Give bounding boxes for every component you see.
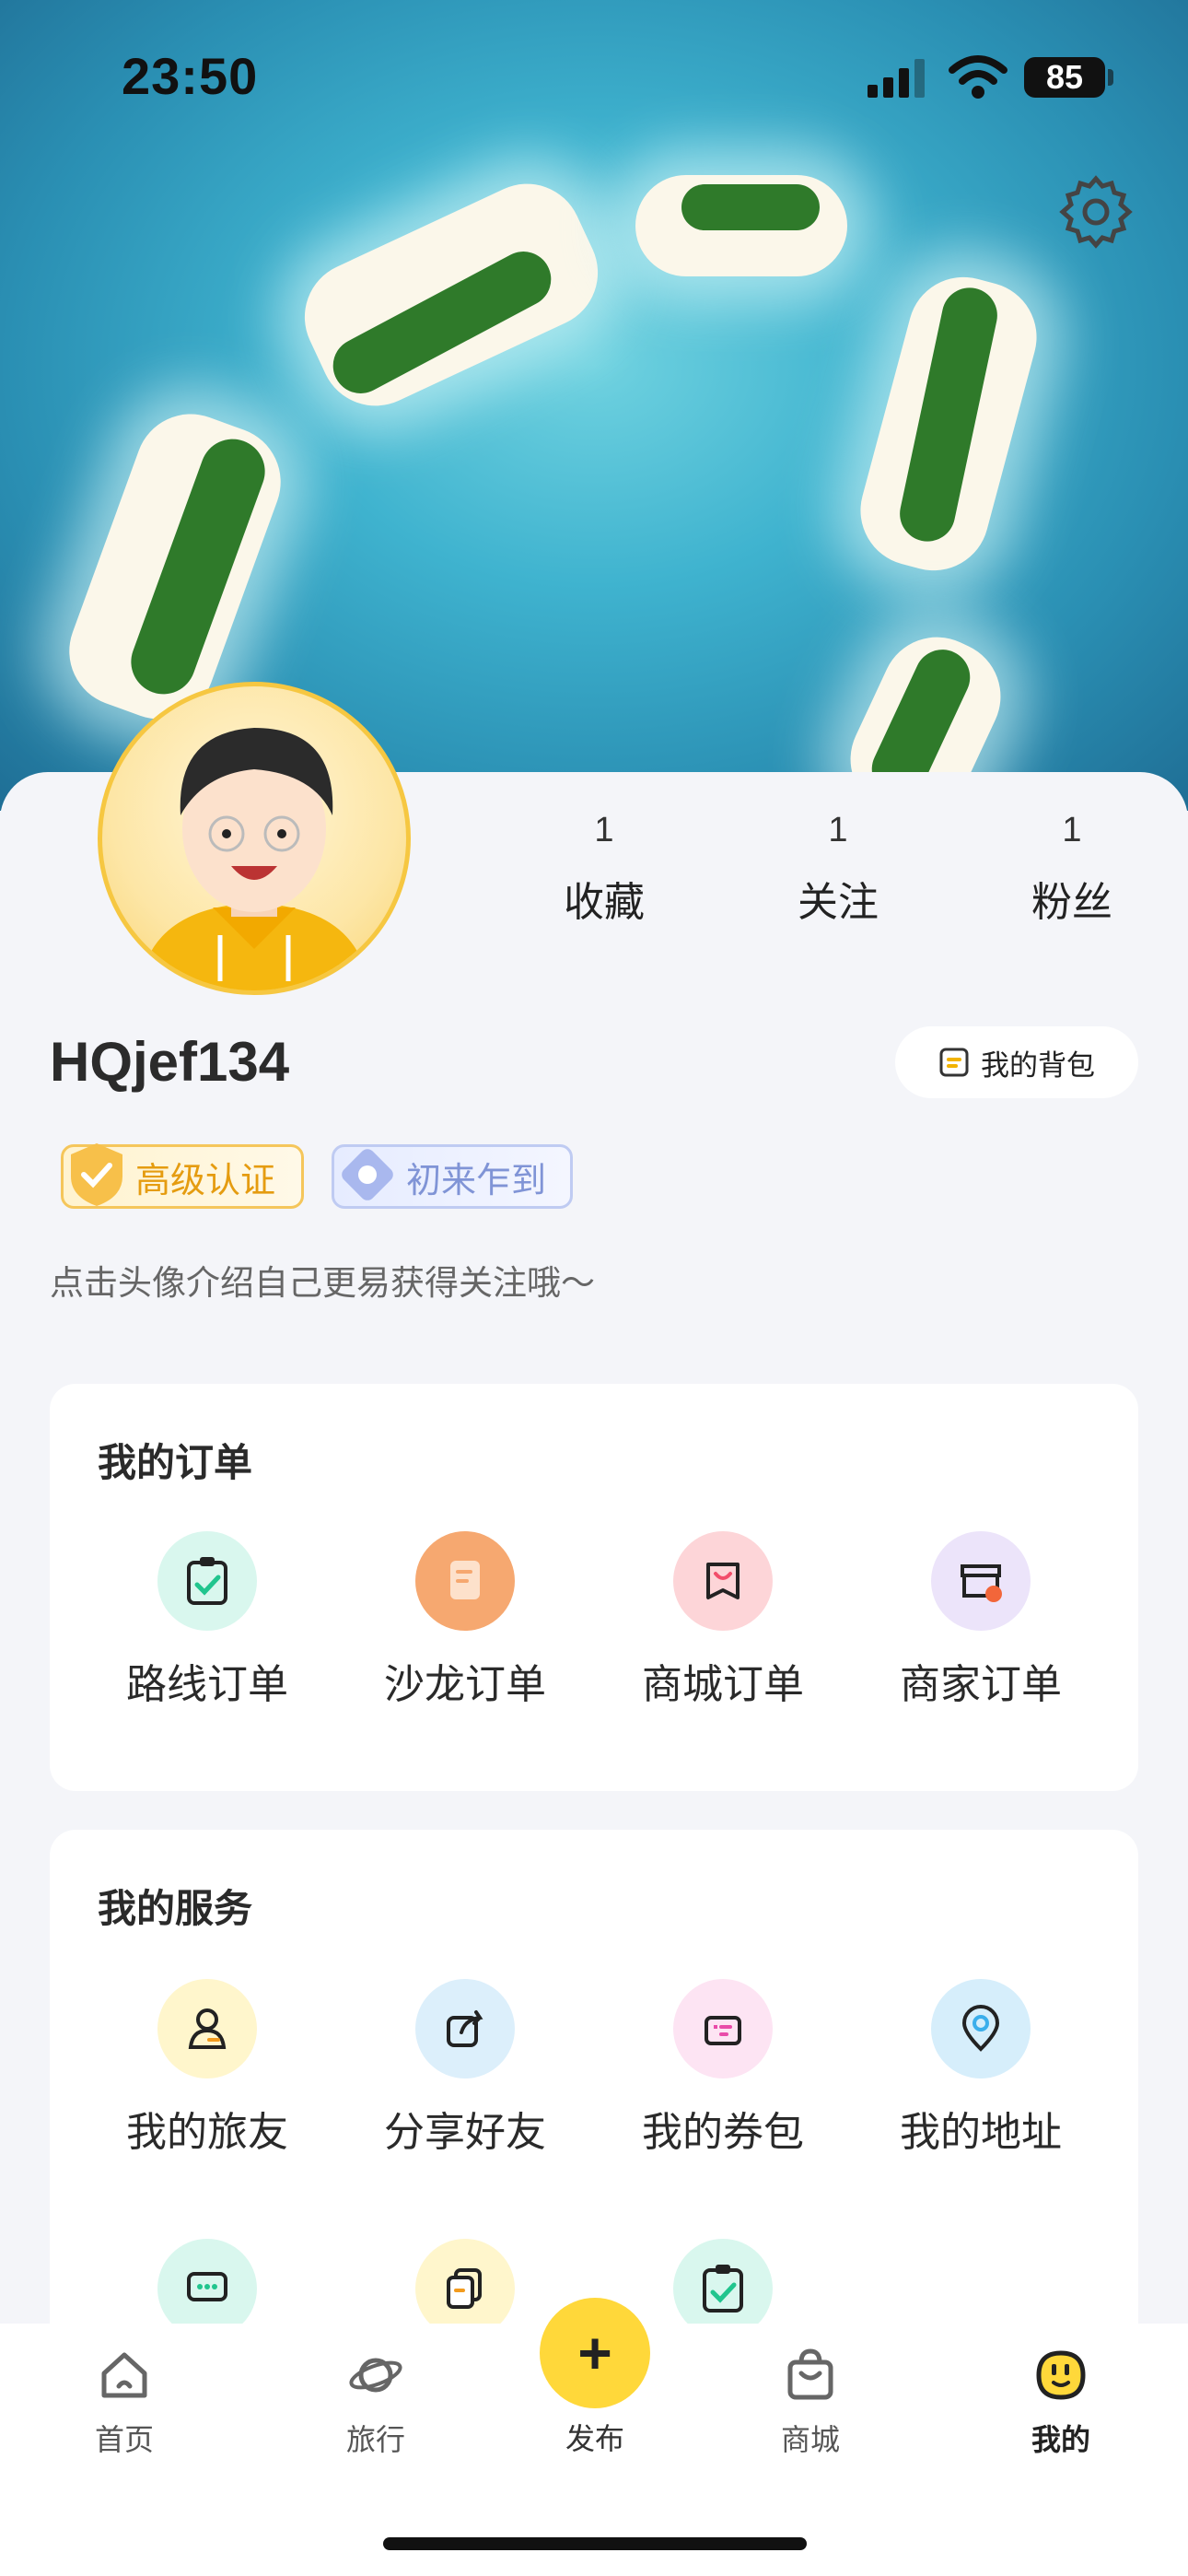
- badge-advanced-verified[interactable]: 高级认证: [61, 1143, 304, 1209]
- order-label: 商家订单: [900, 1662, 1062, 1707]
- order-mall[interactable]: 商城订单: [622, 1531, 824, 1710]
- planet-icon: [349, 2358, 402, 2393]
- bio-prompt[interactable]: 点击头像介绍自己更易获得关注哦～: [50, 1255, 595, 1305]
- service-travel-buddies[interactable]: 我的旅友: [106, 1979, 309, 2158]
- coupon-wallet-icon: [673, 1979, 773, 2078]
- stat-number: 1: [828, 811, 848, 849]
- home-indicator[interactable]: [383, 2537, 807, 2550]
- battery-tip: [1108, 69, 1113, 86]
- newcomer-diamond-icon: [342, 1149, 393, 1200]
- status-time: 23:50: [122, 47, 259, 105]
- trees: [681, 184, 820, 230]
- stat-label: 收藏: [564, 880, 645, 925]
- order-label: 商城订单: [642, 1662, 804, 1707]
- document-icon: [415, 1531, 515, 1631]
- badge-newcomer[interactable]: 初来乍到: [332, 1144, 573, 1209]
- stat-number: 1: [1062, 811, 1082, 849]
- bag-icon: [787, 2348, 833, 2400]
- settings-gear-icon[interactable]: [1057, 173, 1135, 251]
- my-backpack-button[interactable]: 我的背包: [895, 1026, 1138, 1098]
- stat-favorites[interactable]: 1 收藏: [530, 811, 678, 928]
- orders-section: 我的订单 路线订单 沙龙订单 商城订单 商家订单: [50, 1384, 1138, 1791]
- section-title: 我的订单: [98, 1441, 253, 1484]
- tab-travel[interactable]: 旅行: [311, 2346, 440, 2459]
- publish-label: 发布: [565, 2422, 624, 2455]
- stat-label: 关注: [798, 880, 879, 925]
- share-icon: [415, 1979, 515, 2078]
- service-my-address[interactable]: 我的地址: [879, 1979, 1082, 2158]
- order-label: 沙龙订单: [384, 1662, 546, 1707]
- service-label: 我的旅友: [126, 2110, 288, 2155]
- home-icon: [101, 2352, 147, 2398]
- publish-button[interactable]: +: [540, 2298, 650, 2408]
- order-route[interactable]: 路线订单: [106, 1531, 309, 1710]
- store-icon: [931, 1531, 1031, 1631]
- order-label: 路线订单: [126, 1662, 288, 1707]
- service-label: 我的地址: [900, 2110, 1062, 2155]
- battery-indicator: 85: [1024, 57, 1105, 98]
- shopping-bag-icon: [673, 1531, 773, 1631]
- service-label: 分享好友: [384, 2110, 546, 2155]
- stat-label: 粉丝: [1031, 880, 1112, 925]
- username: HQjef134: [50, 1031, 290, 1093]
- stat-following[interactable]: 1 关注: [764, 811, 912, 928]
- avatar[interactable]: [98, 682, 411, 995]
- tab-label: 我的: [1031, 2423, 1090, 2456]
- verified-shield-icon: [71, 1143, 122, 1206]
- tab-label: 商城: [780, 2423, 840, 2456]
- stat-followers[interactable]: 1 粉丝: [998, 811, 1146, 928]
- location-pin-icon: [931, 1979, 1031, 2078]
- tab-me[interactable]: 我的: [996, 2346, 1125, 2459]
- service-label: 我的券包: [642, 2110, 804, 2155]
- avatar-illustration: [139, 728, 369, 990]
- face-icon: [1036, 2350, 1086, 2400]
- status-bar: 23:50 85: [0, 0, 1188, 157]
- order-merchant[interactable]: 商家订单: [879, 1531, 1082, 1710]
- backpack-icon: [939, 1048, 969, 1077]
- tab-label: 首页: [94, 2423, 154, 2456]
- order-salon[interactable]: 沙龙订单: [364, 1531, 566, 1710]
- person-icon: [157, 1979, 257, 2078]
- cellular-signal-icon: [868, 59, 925, 98]
- badge-label: 初来乍到: [406, 1161, 547, 1200]
- service-coupon-wallet[interactable]: 我的券包: [622, 1979, 824, 2158]
- tab-home[interactable]: 首页: [60, 2346, 189, 2459]
- backpack-label: 我的背包: [981, 1048, 1095, 1082]
- wifi-icon: [949, 55, 1007, 99]
- profile-cover-image[interactable]: 23:50 85: [0, 0, 1188, 811]
- section-title: 我的服务: [98, 1887, 253, 1930]
- stat-number: 1: [594, 811, 614, 849]
- badge-label: 高级认证: [135, 1161, 276, 1200]
- clipboard-check-icon: [157, 1531, 257, 1631]
- tab-label: 旅行: [345, 2423, 405, 2456]
- tab-mall[interactable]: 商城: [746, 2346, 875, 2459]
- service-share-friends[interactable]: 分享好友: [364, 1979, 566, 2158]
